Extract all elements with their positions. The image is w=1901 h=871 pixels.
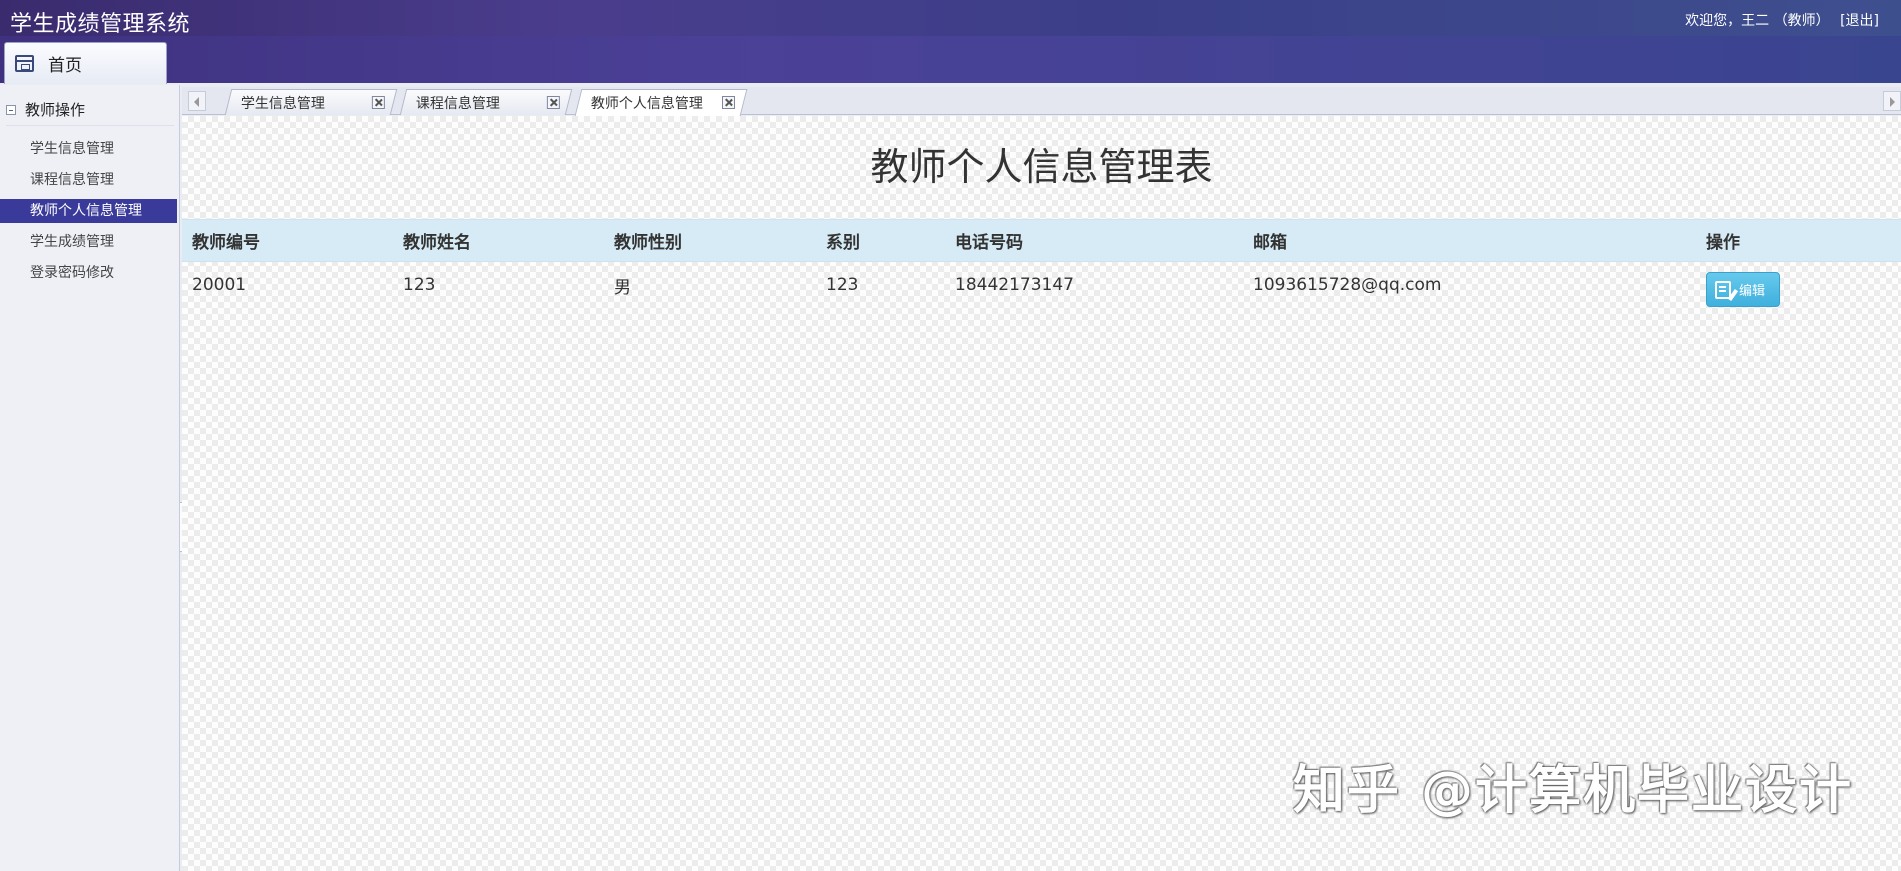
watermark: 知乎 @计算机毕业设计 — [1292, 761, 1853, 821]
sidebar-item-grade-management[interactable]: 学生成绩管理 — [0, 230, 178, 254]
close-icon[interactable] — [371, 96, 385, 109]
welcome-text: 欢迎您，王二 （教师） — [1685, 13, 1830, 29]
sidebar: 教师操作 学生信息管理 课程信息管理 教师个人信息管理 学生成绩管理 登录密码修… — [0, 85, 180, 871]
tab-strip: 学生信息管理 课程信息管理 教师个人信息管理 — [182, 87, 1901, 116]
sidebar-item-course-info[interactable]: 课程信息管理 — [0, 168, 178, 192]
tab-student-info[interactable]: 学生信息管理 — [224, 89, 398, 115]
divider — [6, 125, 174, 126]
sidebar-item-student-info[interactable]: 学生信息管理 — [0, 137, 178, 161]
sidebar-menu: 学生信息管理 课程信息管理 教师个人信息管理 学生成绩管理 登录密码修改 — [0, 137, 178, 292]
top-header: 学生成绩管理系统 欢迎您，王二 （教师） [退出] 首页 — [0, 0, 1901, 84]
column-header: 教师性别 — [614, 233, 682, 253]
column-header: 教师编号 — [192, 233, 260, 253]
close-icon[interactable] — [722, 96, 735, 109]
user-info: 欢迎您，王二 （教师） [退出] — [1679, 10, 1879, 30]
table-header-row: 教师编号 教师姓名 教师性别 系别 电话号码 邮箱 操作 — [182, 219, 1901, 262]
header-band — [0, 36, 1901, 83]
edit-icon — [1715, 280, 1731, 299]
cell-teacher-id: 20001 — [192, 275, 247, 295]
cell-phone: 18442173147 — [955, 275, 1074, 295]
edit-button-label: 编辑 — [1739, 284, 1766, 299]
tab-label: 课程信息管理 — [415, 95, 500, 112]
menu-group-header[interactable]: 教师操作 — [6, 99, 85, 120]
column-header: 操作 — [1706, 233, 1740, 253]
tab-scroll-left-icon[interactable] — [188, 91, 206, 111]
home-tab-label: 首页 — [48, 56, 82, 76]
close-icon[interactable] — [546, 96, 560, 109]
menu-group-title: 教师操作 — [25, 101, 86, 119]
tab-teacher-info[interactable]: 教师个人信息管理 — [574, 89, 748, 116]
home-window-icon — [15, 55, 34, 72]
column-header: 教师姓名 — [403, 233, 471, 253]
cell-teacher-gender: 男 — [614, 277, 631, 298]
logout-link[interactable]: [退出] — [1840, 13, 1879, 29]
tab-course-info[interactable]: 课程信息管理 — [399, 89, 573, 115]
column-header: 电话号码 — [955, 233, 1023, 253]
tab-label: 教师个人信息管理 — [590, 96, 703, 112]
cell-email: 1093615728@qq.com — [1253, 275, 1442, 295]
column-header: 邮箱 — [1253, 233, 1287, 253]
sidebar-item-teacher-info[interactable]: 教师个人信息管理 — [0, 199, 177, 223]
sidebar-item-password-change[interactable]: 登录密码修改 — [0, 261, 178, 285]
page-title: 教师个人信息管理表 — [870, 145, 1213, 189]
collapse-minus-icon[interactable] — [6, 104, 16, 115]
home-tab[interactable]: 首页 — [4, 42, 167, 84]
tab-label: 学生信息管理 — [240, 95, 325, 112]
cell-teacher-name: 123 — [403, 275, 436, 295]
column-header: 系别 — [826, 233, 860, 253]
edit-button[interactable]: 编辑 — [1706, 272, 1780, 307]
main-content: 教师个人信息管理表 教师编号 教师姓名 教师性别 系别 电话号码 邮箱 操作 2… — [182, 116, 1901, 871]
tab-scroll-right-icon[interactable] — [1883, 91, 1901, 111]
teacher-info-table: 教师编号 教师姓名 教师性别 系别 电话号码 邮箱 操作 20001 123 男… — [182, 219, 1901, 308]
app-title: 学生成绩管理系统 — [10, 12, 191, 37]
cell-department: 123 — [826, 275, 859, 295]
table-row: 20001 123 男 123 18442173147 1093615728@q… — [182, 262, 1901, 308]
